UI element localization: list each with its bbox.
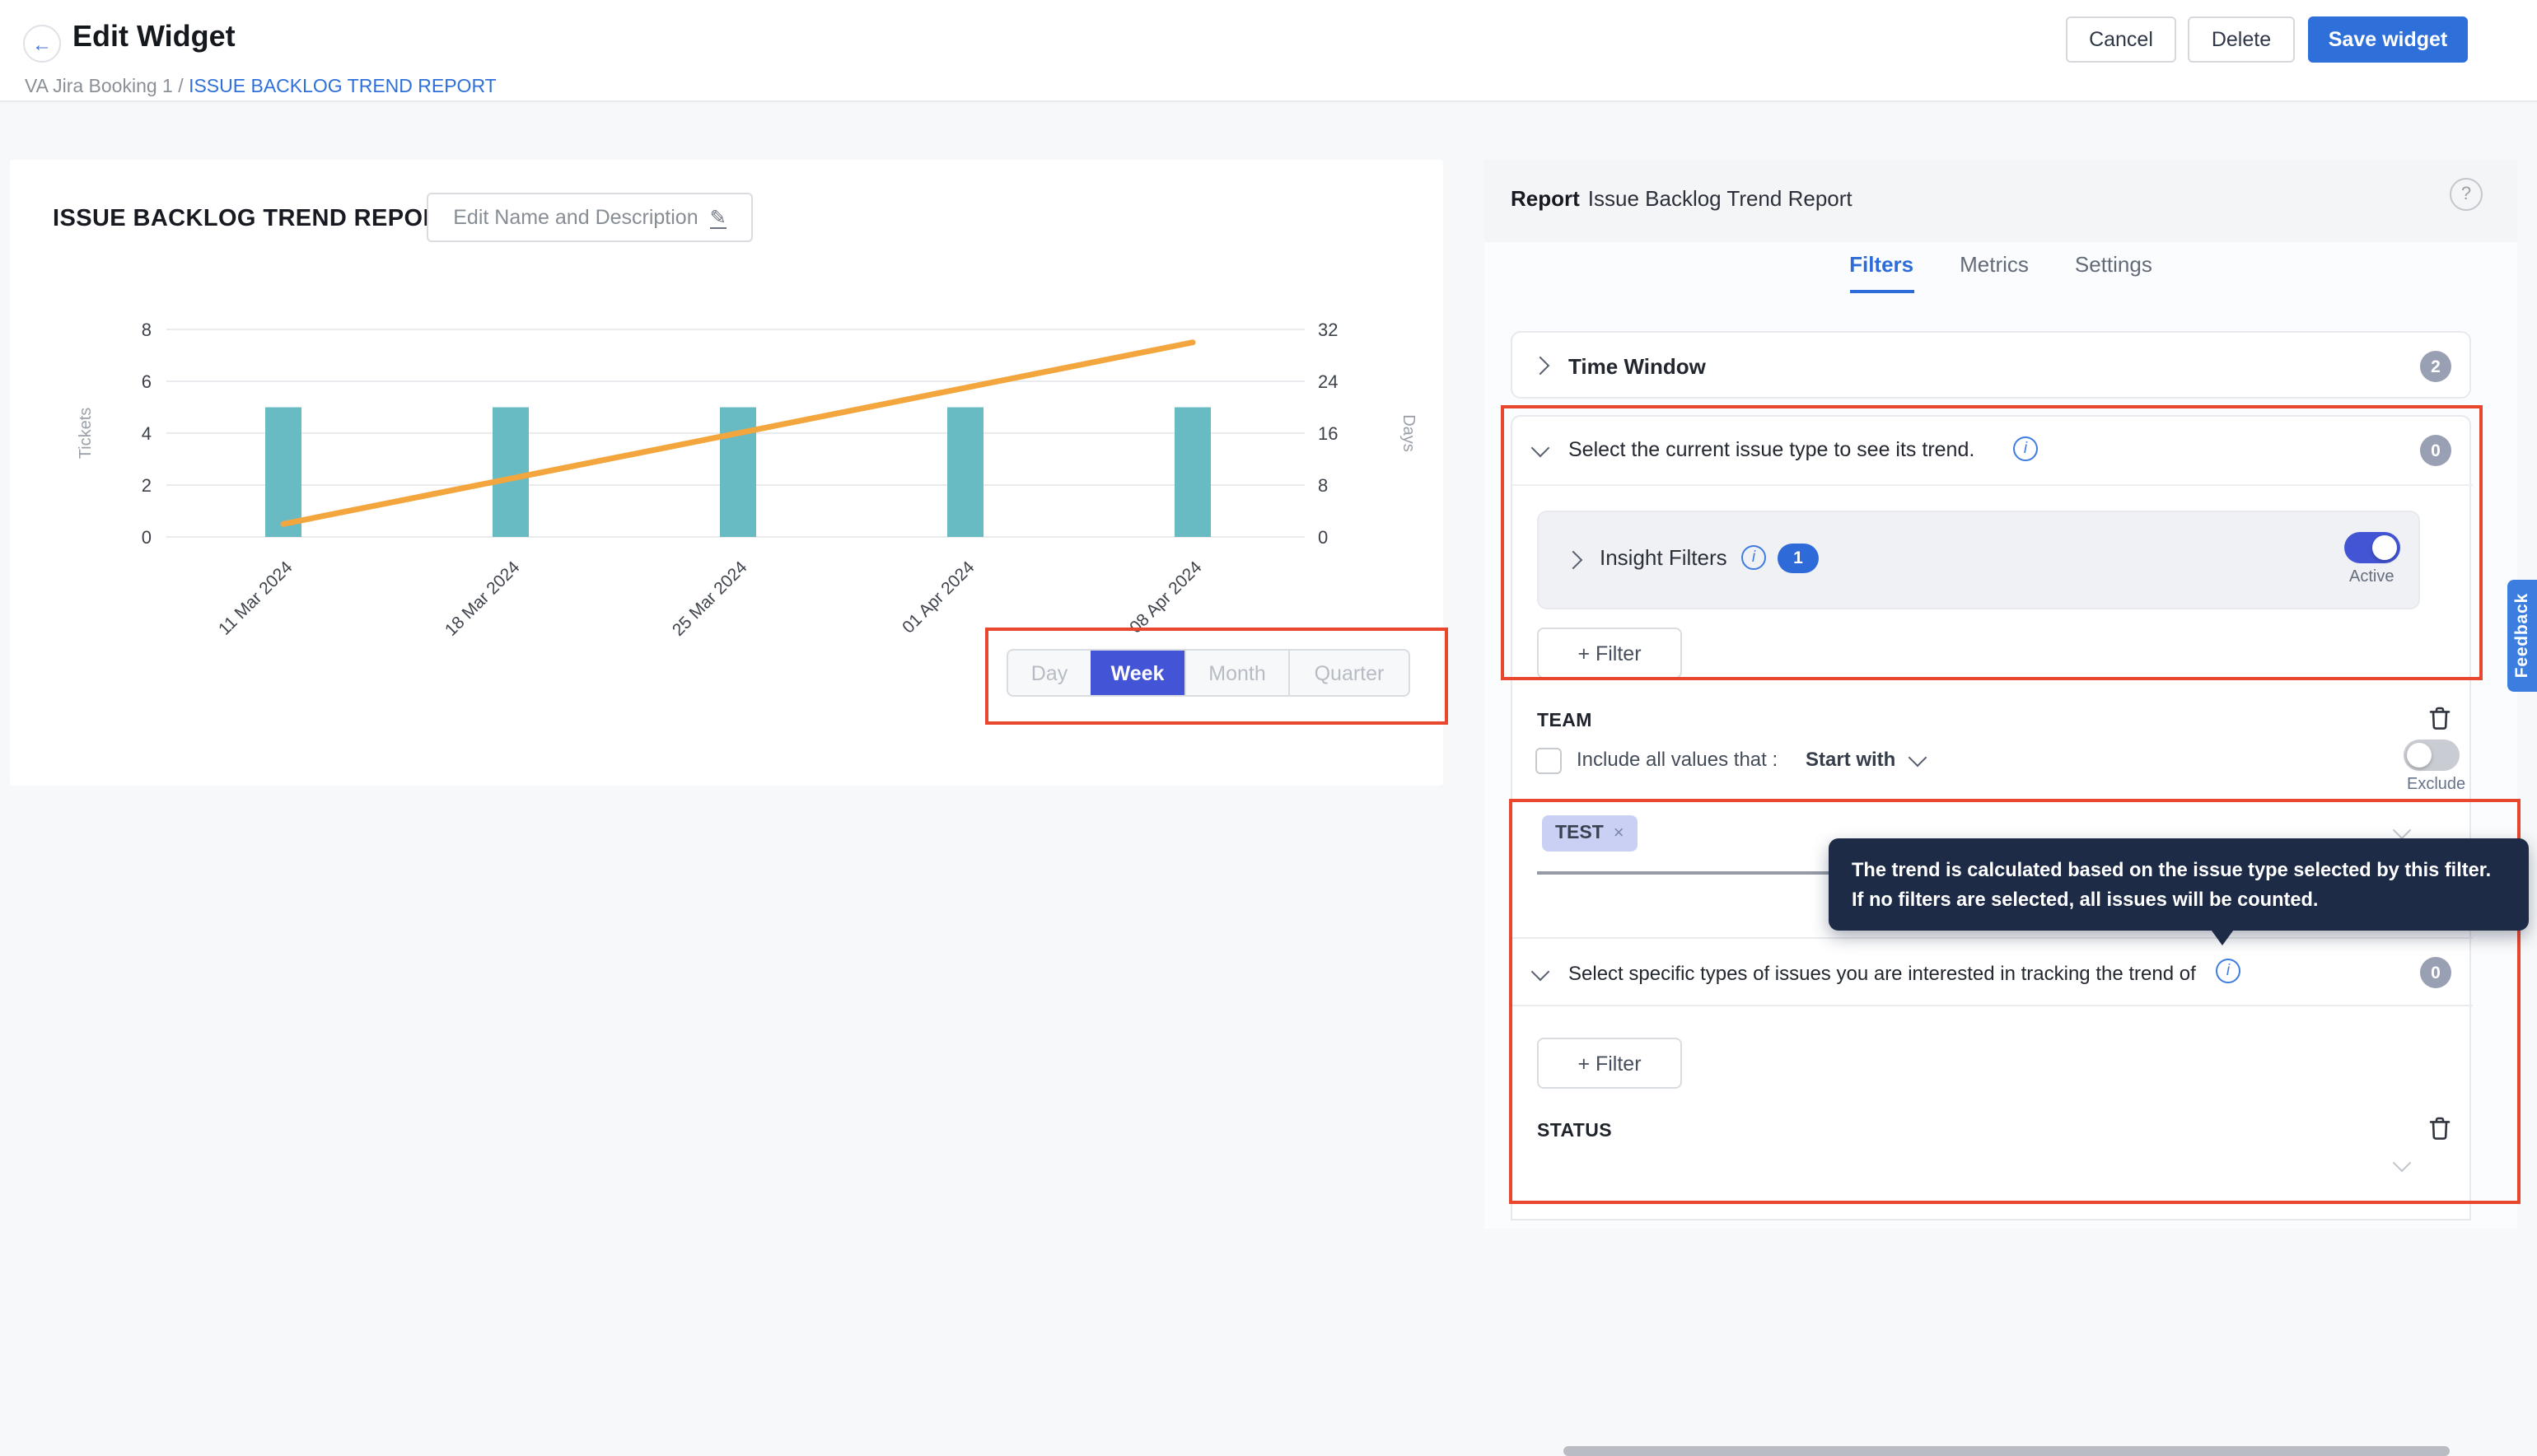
widget-title: ISSUE BACKLOG TREND REPORT: [53, 206, 456, 232]
svg-text:0: 0: [142, 527, 152, 548]
feedback-label: Feedback: [2512, 593, 2532, 678]
current-issue-type-label: Select the current issue type to see its…: [1568, 438, 1974, 461]
team-field-label: TEAM: [1537, 712, 1592, 731]
time-window-section[interactable]: Time Window 2: [1511, 331, 2471, 399]
specific-types-badge: 0: [2420, 957, 2451, 988]
report-label: Report: [1511, 186, 1580, 211]
feedback-tab[interactable]: Feedback: [2507, 580, 2537, 692]
insight-filters-active-toggle[interactable]: [2344, 532, 2400, 563]
info-icon[interactable]: i: [2216, 959, 2240, 983]
filters-card: Select the current issue type to see its…: [1511, 415, 2471, 1220]
svg-text:32: 32: [1318, 320, 1338, 340]
include-all-values-label: Include all values that :: [1577, 748, 1778, 771]
page-title: Edit Widget: [72, 20, 236, 54]
breadcrumb-separator: /: [173, 77, 189, 97]
breadcrumb-current[interactable]: ISSUE BACKLOG TREND REPORT: [189, 77, 497, 97]
time-window-label: Time Window: [1568, 354, 1706, 379]
tab-metrics[interactable]: Metrics: [1960, 252, 2029, 293]
specific-types-header[interactable]: Select specific types of issues you are …: [1512, 937, 2473, 1006]
chevron-down-icon[interactable]: [2393, 1154, 2412, 1173]
svg-text:08 Apr 2024: 08 Apr 2024: [1126, 558, 1206, 637]
active-toggle-label: Active: [2349, 568, 2394, 586]
svg-text:Tickets: Tickets: [77, 408, 95, 460]
report-settings-panel: Report Issue Backlog Trend Report ? Filte…: [1484, 160, 2517, 1229]
report-tabs: Filters Metrics Settings: [1484, 252, 2517, 293]
insight-filters-card[interactable]: Insight Filters i 1 Active: [1537, 511, 2420, 609]
svg-text:01 Apr 2024: 01 Apr 2024: [899, 558, 979, 637]
tab-filters[interactable]: Filters: [1849, 252, 1913, 293]
trash-icon[interactable]: [2427, 1115, 2453, 1141]
breadcrumb: VA Jira Booking 1 / ISSUE BACKLOG TREND …: [25, 77, 497, 97]
edit-name-label: Edit Name and Description: [453, 206, 698, 229]
report-title: Report Issue Backlog Trend Report: [1511, 186, 1853, 211]
trash-icon[interactable]: [2427, 705, 2453, 731]
insight-filters-label: Insight Filters: [1600, 545, 1727, 570]
svg-text:25 Mar 2024: 25 Mar 2024: [669, 558, 751, 640]
edit-widget-page: ← Edit Widget VA Jira Booking 1 / ISSUE …: [0, 0, 2537, 1229]
svg-text:16: 16: [1318, 423, 1338, 444]
pencil-icon: ✎: [710, 207, 727, 228]
exclude-toggle-label: Exclude: [2407, 776, 2465, 794]
back-button[interactable]: ←: [23, 25, 61, 63]
chevron-down-icon: [1531, 439, 1550, 458]
svg-text:24: 24: [1318, 371, 1338, 392]
edit-name-description-button[interactable]: Edit Name and Description ✎: [427, 193, 753, 242]
svg-text:4: 4: [142, 423, 152, 444]
tooltip-line-2: If no filters are selected, all issues w…: [1852, 885, 2506, 916]
cancel-button[interactable]: Cancel: [2066, 16, 2176, 63]
breadcrumb-parent[interactable]: VA Jira Booking 1: [25, 77, 173, 97]
operator-select[interactable]: Start with: [1806, 748, 1895, 771]
team-value-chip[interactable]: TEST ×: [1542, 815, 1638, 852]
chip-remove-icon[interactable]: ×: [1614, 824, 1624, 843]
chevron-right-icon: [1564, 551, 1583, 570]
info-icon[interactable]: i: [1741, 545, 1766, 570]
tooltip-line-1: The trend is calculated based on the iss…: [1852, 855, 2506, 885]
chevron-right-icon: [1531, 357, 1550, 376]
svg-text:Days: Days: [1399, 414, 1418, 452]
svg-text:8: 8: [142, 320, 152, 340]
exclude-toggle[interactable]: [2404, 740, 2460, 771]
tab-settings[interactable]: Settings: [2075, 252, 2152, 293]
svg-text:0: 0: [1318, 527, 1328, 548]
svg-text:6: 6: [142, 371, 152, 392]
back-arrow-icon: ←: [32, 32, 52, 55]
horizontal-scrollbar[interactable]: [1563, 1446, 2450, 1456]
svg-text:18 Mar 2024: 18 Mar 2024: [442, 558, 524, 640]
specific-types-label: Select specific types of issues you are …: [1568, 962, 2196, 985]
include-all-values-checkbox[interactable]: [1535, 748, 1562, 774]
chevron-down-icon: [1531, 963, 1550, 982]
tooltip: The trend is calculated based on the iss…: [1829, 838, 2529, 931]
svg-text:11 Mar 2024: 11 Mar 2024: [215, 558, 297, 639]
add-filter-button[interactable]: + Filter: [1537, 1038, 1682, 1089]
save-widget-button[interactable]: Save widget: [2308, 16, 2468, 63]
annotation-box-granularity: [985, 628, 1448, 725]
chevron-down-icon[interactable]: [2393, 821, 2412, 840]
report-name: Issue Backlog Trend Report: [1588, 186, 1853, 211]
trend-chart: 024680816243211 Mar 202418 Mar 202425 Ma…: [10, 250, 1453, 810]
chip-label: TEST: [1555, 824, 1604, 843]
team-select-underline: [1537, 871, 1830, 874]
current-issue-type-badge: 0: [2420, 435, 2451, 466]
tooltip-caret: [2209, 927, 2236, 945]
top-bar: ← Edit Widget VA Jira Booking 1 / ISSUE …: [0, 0, 2537, 102]
current-issue-type-header[interactable]: Select the current issue type to see its…: [1512, 417, 2473, 486]
status-field-label: STATUS: [1537, 1122, 1612, 1141]
insight-filters-count-pill: 1: [1778, 544, 1819, 573]
add-filter-button[interactable]: + Filter: [1537, 628, 1682, 679]
svg-text:8: 8: [1318, 475, 1328, 496]
report-header-strip: Report Issue Backlog Trend Report ?: [1484, 160, 2517, 242]
widget-preview-card: ISSUE BACKLOG TREND REPORT Edit Name and…: [10, 160, 1443, 786]
help-icon[interactable]: ?: [2450, 178, 2483, 211]
time-window-badge: 2: [2420, 351, 2451, 382]
svg-text:2: 2: [142, 475, 152, 496]
chevron-down-icon[interactable]: [1909, 749, 1927, 768]
delete-button[interactable]: Delete: [2188, 16, 2295, 63]
info-icon[interactable]: i: [2013, 436, 2038, 461]
